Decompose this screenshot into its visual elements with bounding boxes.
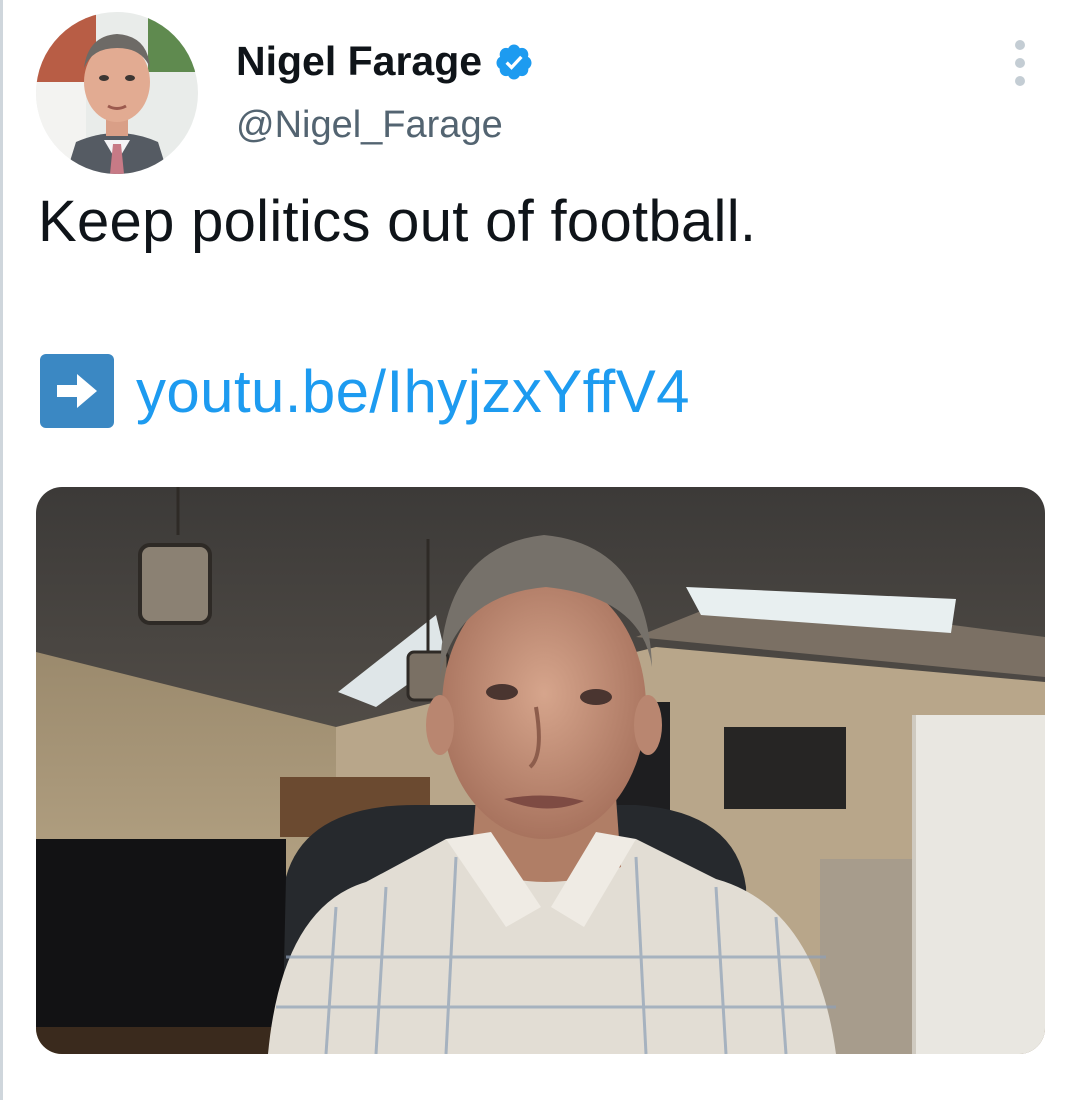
left-border [0, 0, 3, 1100]
arrow-glyph-icon [57, 374, 97, 408]
more-dot [1015, 58, 1025, 68]
video-thumbnail[interactable] [36, 487, 1045, 1054]
avatar[interactable] [36, 12, 198, 174]
video-still-image [36, 487, 1045, 1054]
more-options-icon[interactable] [1006, 40, 1034, 86]
author-handle[interactable]: @Nigel_Farage [236, 104, 503, 147]
tweet-link-row: youtu.be/IhyjzxYffV4 [40, 354, 690, 428]
more-dot [1015, 76, 1025, 86]
display-name[interactable]: Nigel Farage [236, 38, 482, 85]
verified-badge-icon [496, 44, 532, 79]
author-name-row: Nigel Farage [236, 38, 534, 85]
tweet-link[interactable]: youtu.be/IhyjzxYffV4 [136, 357, 690, 426]
tweet-text: Keep politics out of football. [38, 189, 757, 254]
right-arrow-emoji-icon [40, 354, 114, 428]
tweet-card: Nigel Farage @Nigel_Farage Keep politics… [0, 0, 1080, 1100]
more-dot [1015, 40, 1025, 50]
avatar-photo [36, 12, 198, 174]
